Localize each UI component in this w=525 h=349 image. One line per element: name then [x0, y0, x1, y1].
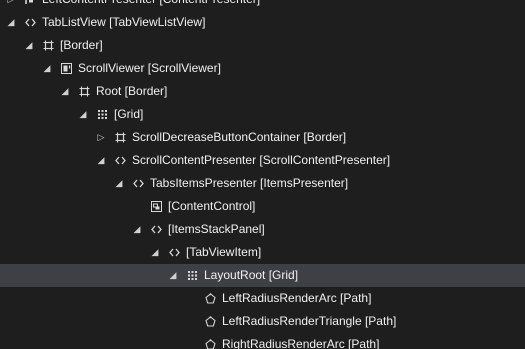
tree-row[interactable]: [ContentControl] — [0, 195, 525, 218]
tree-row[interactable]: ◢ [ItemsStackPanel] — [0, 218, 525, 241]
tree-row[interactable]: ◢ LayoutRoot [Grid] — [0, 264, 525, 287]
content-presenter-icon — [25, 0, 36, 5]
tree-row-label: ScrollContentPresenter [ScrollContentPre… — [132, 153, 391, 167]
expanded-arrow-icon[interactable]: ◢ — [95, 149, 107, 172]
path-shape-icon — [205, 316, 216, 327]
tree-row-label: [Border] — [60, 38, 103, 52]
expanded-arrow-icon[interactable]: ◢ — [149, 241, 161, 264]
expanded-arrow-icon[interactable]: ◢ — [59, 80, 71, 103]
tree-row-label: LeftRadiusRenderArc [Path] — [222, 291, 372, 305]
collapsed-arrow-icon[interactable]: ▷ — [95, 126, 107, 149]
tree-row[interactable]: ◢ [Border] — [0, 34, 525, 57]
tree-row[interactable]: LeftRadiusRenderTriangle [Path] — [0, 310, 525, 333]
path-shape-icon — [205, 293, 216, 304]
tree-row-label: TabsItemsPresenter [ItemsPresenter] — [150, 176, 349, 190]
grid-dots-icon — [187, 270, 198, 281]
tree-row[interactable]: ◢ Root [Border] — [0, 80, 525, 103]
tree-row-label: ScrollDecreaseButtonContainer [Border] — [132, 130, 347, 144]
tree-row[interactable]: ▷ ScrollDecreaseButtonContainer [Border] — [0, 126, 525, 149]
code-brackets-icon — [25, 17, 36, 28]
tree-row[interactable]: ◢ TabsItemsPresenter [ItemsPresenter] — [0, 172, 525, 195]
expanded-arrow-icon[interactable]: ◢ — [41, 57, 53, 80]
tree-row-label: [ContentControl] — [168, 199, 256, 213]
tree-row-label: [Grid] — [114, 107, 144, 121]
content-control-icon — [151, 201, 162, 212]
tree-row-label: LeftContentPresenter [ContentPresenter] — [42, 0, 260, 11]
tree-row[interactable]: RightRadiusRenderArc [Path] — [0, 333, 525, 349]
tree-row-label: ScrollViewer [ScrollViewer] — [78, 61, 221, 75]
tree-row[interactable]: ▷ LeftContentPresenter [ContentPresenter] — [0, 0, 525, 11]
grid-dots-icon — [97, 109, 108, 120]
code-brackets-icon — [151, 224, 162, 235]
tree-row[interactable]: ◢ ScrollViewer [ScrollViewer] — [0, 57, 525, 80]
tree-row[interactable]: ◢ [Grid] — [0, 103, 525, 126]
code-brackets-icon — [169, 247, 180, 258]
path-shape-icon — [205, 339, 216, 349]
expanded-arrow-icon[interactable]: ◢ — [131, 218, 143, 241]
tree-row-label: [TabViewItem] — [186, 245, 262, 259]
tree-row-label: LeftRadiusRenderTriangle [Path] — [222, 314, 397, 328]
scroll-viewer-icon — [61, 63, 72, 74]
tree-row[interactable]: ◢ TabListView [TabViewListView] — [0, 11, 525, 34]
collapsed-arrow-icon[interactable]: ▷ — [5, 0, 17, 11]
expanded-arrow-icon[interactable]: ◢ — [113, 172, 125, 195]
tree-row-label: LayoutRoot [Grid] — [204, 268, 299, 282]
code-brackets-icon — [115, 155, 126, 166]
tree-row-label: Root [Border] — [96, 84, 168, 98]
tree-row-label: [ItemsStackPanel] — [168, 222, 265, 236]
expanded-arrow-icon[interactable]: ◢ — [77, 103, 89, 126]
code-brackets-icon — [133, 178, 144, 189]
expanded-arrow-icon[interactable]: ◢ — [5, 11, 17, 34]
tree-row-label: RightRadiusRenderArc [Path] — [222, 337, 380, 349]
border-frame-icon — [43, 40, 54, 51]
expanded-arrow-icon[interactable]: ◢ — [23, 34, 35, 57]
tree-row-label: TabListView [TabViewListView] — [42, 15, 206, 29]
live-visual-tree[interactable]: ▷ LeftContentPresenter [ContentPresenter]… — [0, 0, 525, 349]
border-frame-icon — [79, 86, 90, 97]
border-frame-icon — [115, 132, 126, 143]
tree-row[interactable]: ◢ ScrollContentPresenter [ScrollContentPr… — [0, 149, 525, 172]
tree-row[interactable]: LeftRadiusRenderArc [Path] — [0, 287, 525, 310]
expanded-arrow-icon[interactable]: ◢ — [167, 264, 179, 287]
tree-row[interactable]: ◢ [TabViewItem] — [0, 241, 525, 264]
